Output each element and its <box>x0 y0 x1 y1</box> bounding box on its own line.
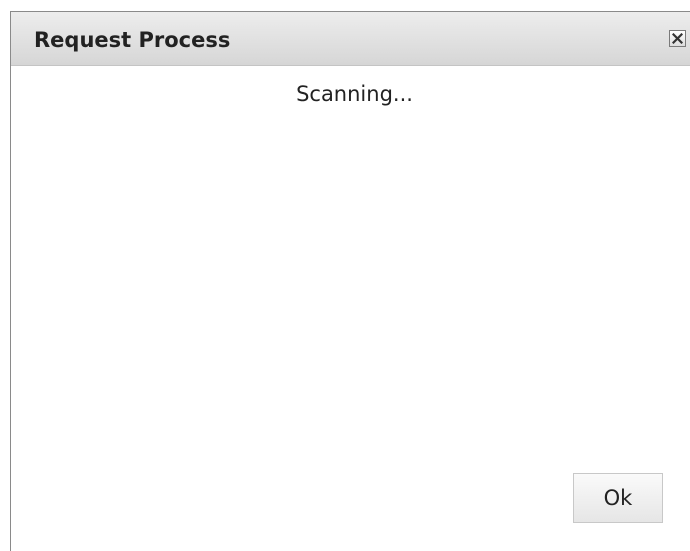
dialog-title: Request Process <box>34 28 231 52</box>
close-button[interactable] <box>669 30 686 47</box>
request-process-dialog: Request Process Scanning... Ok <box>10 11 690 551</box>
status-message: Scanning... <box>296 82 413 106</box>
dialog-titlebar[interactable]: Request Process <box>11 12 690 66</box>
ok-button[interactable]: Ok <box>573 473 663 523</box>
close-icon <box>672 33 683 44</box>
